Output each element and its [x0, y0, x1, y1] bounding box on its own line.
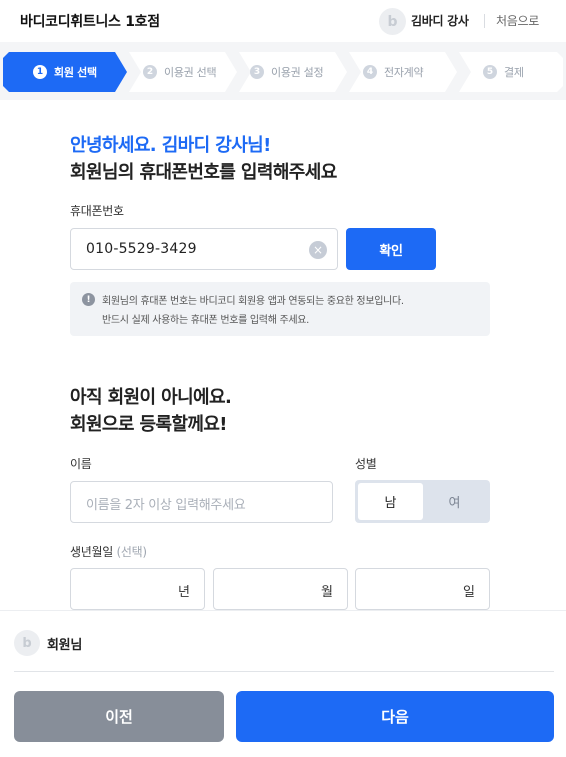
step-member-select: 1 회원 선택 [3, 52, 131, 92]
step-label: 이용권 설정 [271, 66, 324, 79]
phone-value[interactable]: 010-5529-3429 [86, 241, 197, 257]
gender-toggle: 남 여 [355, 480, 490, 523]
birth-optional: (선택) [116, 545, 147, 559]
top-header: 바디코디휘트니스 1호점 b 김바디 강사 처음으로 [0, 0, 566, 42]
register-heading-2: 회원으로 등록할께요! [70, 414, 228, 435]
name-input[interactable]: 이름을 2자 이상 입력해주세요 [70, 481, 333, 523]
phone-input[interactable]: 010-5529-3429 × [70, 228, 338, 270]
phone-label: 휴대폰번호 [70, 204, 124, 218]
instruction-heading: 회원님의 휴대폰번호를 입력해주세요 [70, 162, 337, 183]
step-number: 1 [33, 65, 47, 79]
user-name: 김바디 강사 [411, 14, 469, 28]
greeting-heading: 안녕하세요. 김바디 강사님! [70, 135, 271, 156]
step-number: 5 [483, 65, 497, 79]
member-avatar-icon: b [14, 630, 40, 656]
member-label: 회원님 [47, 638, 82, 653]
avatar-letter: b [387, 13, 398, 30]
gender-female-option[interactable]: 여 [422, 483, 487, 520]
birth-label: 생년월일 (선택) [70, 543, 147, 560]
notice-box: ! 회원님의 휴대폰 번호는 바디코디 회원용 앱과 연동되는 중요한 정보입니… [70, 282, 490, 336]
clear-icon[interactable]: × [309, 241, 327, 259]
bottom-panel: b 회원님 이전 다음 [0, 610, 566, 757]
user-avatar-icon: b [379, 8, 406, 35]
confirm-button[interactable]: 확인 [346, 228, 436, 270]
month-unit: 월 [321, 585, 333, 600]
birth-year-input[interactable]: 년 [70, 568, 205, 610]
step-payment: 5 결제 [445, 52, 563, 92]
step-number: 2 [143, 65, 157, 79]
gender-label: 성별 [355, 457, 377, 471]
notice-line-2: 반드시 실제 사용하는 휴대폰 번호를 입력해 주세요. [102, 315, 310, 326]
step-label: 결제 [504, 66, 524, 79]
name-label: 이름 [70, 457, 92, 471]
birth-label-text: 생년월일 [70, 545, 113, 559]
step-number: 4 [363, 65, 377, 79]
header-divider [484, 14, 485, 28]
gym-title: 바디코디휘트니스 1호점 [20, 14, 160, 30]
info-icon: ! [82, 293, 95, 306]
name-placeholder: 이름을 2자 이상 입력해주세요 [86, 498, 246, 513]
prev-button[interactable]: 이전 [14, 691, 224, 742]
step-e-contract: 4 전자계약 [335, 52, 459, 92]
step-list: 1 회원 선택 2 이용권 선택 3 이용권 설정 4 전자계약 5 결제 [3, 52, 563, 92]
step-number: 3 [250, 65, 264, 79]
member-avatar-letter: b [22, 635, 32, 651]
birth-month-input[interactable]: 월 [213, 568, 348, 610]
step-label: 회원 선택 [54, 66, 97, 79]
register-heading-1: 아직 회원이 아니에요. [70, 387, 232, 408]
next-button[interactable]: 다음 [236, 691, 554, 742]
bottom-divider [14, 671, 554, 672]
home-link[interactable]: 처음으로 [496, 12, 539, 29]
year-unit: 년 [178, 585, 190, 600]
notice-line-1: 회원님의 휴대폰 번호는 바디코디 회원용 앱과 연동되는 중요한 정보입니다. [102, 296, 404, 307]
gender-male-option[interactable]: 남 [358, 483, 423, 520]
step-bar: 1 회원 선택 2 이용권 선택 3 이용권 설정 4 전자계약 5 결제 [0, 42, 566, 100]
step-pass-select: 2 이용권 선택 [115, 52, 239, 92]
step-label: 이용권 선택 [164, 66, 217, 79]
birth-day-input[interactable]: 일 [355, 568, 490, 610]
main-content: 안녕하세요. 김바디 강사님! 회원님의 휴대폰번호를 입력해주세요 휴대폰번호… [0, 100, 566, 610]
day-unit: 일 [463, 585, 475, 600]
step-label: 전자계약 [384, 66, 424, 79]
step-pass-settings: 3 이용권 설정 [225, 52, 349, 92]
